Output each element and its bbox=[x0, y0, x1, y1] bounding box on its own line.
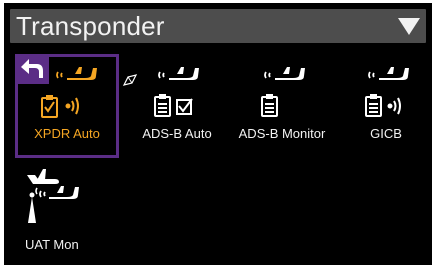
aircraft-signal-icon bbox=[56, 67, 97, 80]
signal-waves-icon bbox=[387, 97, 401, 115]
aircraft-signal-icon bbox=[264, 67, 305, 80]
caret-down-icon[interactable] bbox=[398, 18, 420, 35]
aircraft-icon bbox=[27, 169, 59, 184]
tile-graphics bbox=[154, 67, 199, 117]
tile-label: UAT Mon bbox=[25, 237, 79, 252]
aircraft-signal-icon bbox=[368, 67, 409, 80]
checkbox-checked-icon bbox=[176, 98, 193, 115]
tile-ads-b-auto[interactable]: ADS-B Auto bbox=[125, 54, 229, 158]
clipboard-icon bbox=[365, 94, 382, 117]
tile-graphics bbox=[365, 67, 409, 117]
tile-graphics bbox=[41, 67, 97, 118]
clipboard-icon bbox=[261, 94, 278, 117]
tile-label: XPDR Auto bbox=[34, 126, 100, 141]
aircraft-signal-icon bbox=[39, 186, 79, 199]
window-title: Transponder bbox=[16, 11, 165, 41]
tile-label: ADS-B Monitor bbox=[238, 126, 326, 141]
clipboard-check-icon bbox=[41, 95, 58, 118]
tile-label: GICB bbox=[370, 126, 402, 141]
aircraft-signal-icon bbox=[158, 67, 199, 80]
tile-ads-b-monitor[interactable]: ADS-B Monitor bbox=[230, 54, 334, 158]
tile-graphics bbox=[261, 67, 305, 117]
title-bar[interactable]: Transponder bbox=[10, 9, 426, 43]
clipboard-icon bbox=[154, 94, 171, 117]
tile-label: ADS-B Auto bbox=[142, 126, 212, 141]
antenna-icon bbox=[28, 187, 38, 223]
app-window: Transponder XPDR Auto ADS-B Auto ADS-B M… bbox=[4, 3, 432, 265]
tile-uat-mon[interactable]: UAT Mon bbox=[19, 163, 123, 265]
tile-xpdr-auto[interactable]: XPDR Auto bbox=[15, 54, 119, 158]
tile-gicb[interactable]: GICB bbox=[334, 54, 432, 158]
signal-waves-icon bbox=[65, 97, 79, 115]
